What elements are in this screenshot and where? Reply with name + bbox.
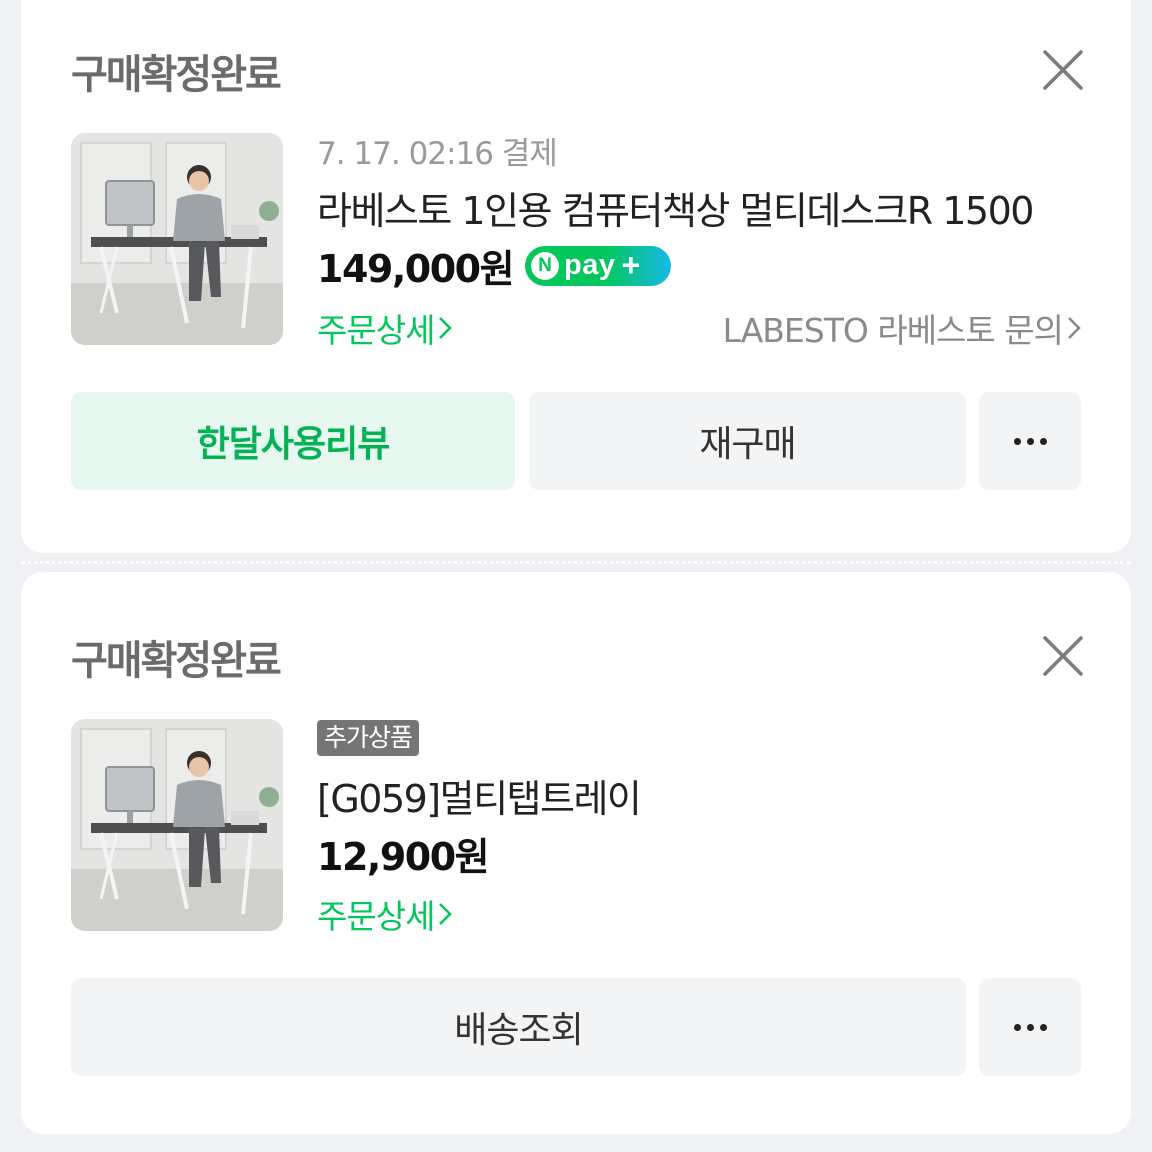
card-separator [21, 561, 1131, 564]
product-title[interactable]: [G059]멀티탭트레이 [317, 768, 642, 823]
track-delivery-button[interactable]: 배송조회 [71, 978, 966, 1076]
order-card: 구매확정완료 7. 17. 02:16 결제 라베스토 1인용 컴퓨터책상 멀티… [21, 0, 1131, 553]
npay-label: pay [564, 249, 616, 281]
order-detail-link[interactable]: 주문상세 [317, 304, 453, 352]
product-title[interactable]: 라베스토 1인용 컴퓨터책상 멀티데스크R 1500 [317, 180, 1034, 235]
chevron-right-icon [439, 903, 453, 925]
product-thumbnail[interactable] [71, 719, 283, 931]
close-icon[interactable] [1041, 48, 1085, 92]
payment-date: 7. 17. 02:16 결제 [317, 136, 558, 172]
order-status: 구매확정완료 [71, 638, 282, 684]
close-icon[interactable] [1041, 634, 1085, 678]
more-dots-icon [1013, 1023, 1047, 1031]
price-row: 149,000원 N pay + [317, 238, 672, 293]
order-card: 구매확정완료 추가상품 [G059]멀티탭트레이 12,900원 주문상세 배송… [21, 572, 1131, 1134]
product-price: 149,000원 [317, 247, 515, 291]
chevron-right-icon [1068, 317, 1081, 339]
npay-n-icon: N [531, 251, 560, 280]
npay-plus-badge: N pay + [525, 245, 672, 286]
monthly-review-button[interactable]: 한달사용리뷰 [71, 392, 515, 490]
price-row: 12,900원 [317, 826, 490, 881]
order-status: 구매확정완료 [71, 52, 282, 98]
additional-product-badge: 추가상품 [317, 720, 420, 756]
product-thumbnail[interactable] [71, 133, 283, 345]
order-detail-label: 주문상세 [317, 897, 435, 936]
more-dots-icon [1013, 437, 1047, 445]
product-price: 12,900원 [317, 835, 490, 879]
npay-plus-icon: + [621, 247, 641, 283]
seller-inquiry-link[interactable]: LABESTO 라베스토 문의 [723, 304, 1081, 352]
seller-inquiry-label: LABESTO 라베스토 문의 [722, 311, 1064, 350]
chevron-right-icon [439, 317, 453, 339]
more-options-button[interactable] [979, 392, 1081, 490]
order-detail-label: 주문상세 [317, 311, 435, 350]
order-detail-link[interactable]: 주문상세 [317, 890, 453, 938]
more-options-button[interactable] [979, 978, 1081, 1076]
rebuy-button[interactable]: 재구매 [529, 392, 966, 490]
